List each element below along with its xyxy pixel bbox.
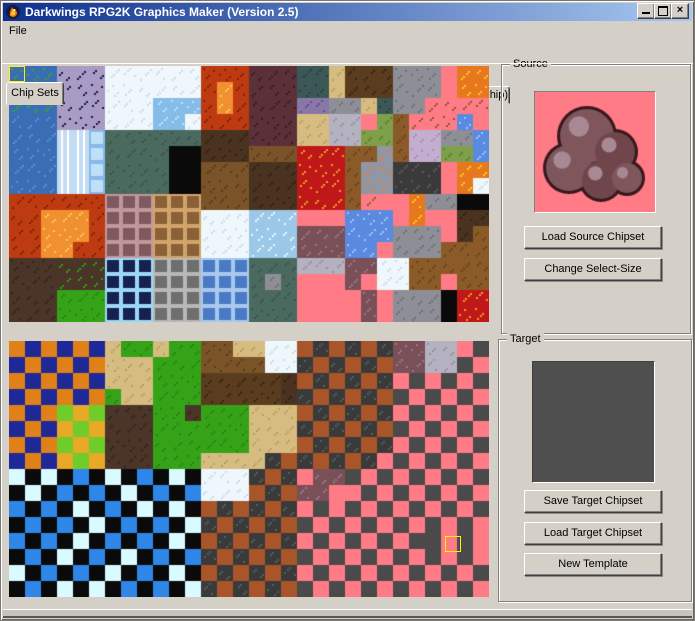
new-template-button[interactable]: New Template bbox=[524, 553, 662, 576]
tab-chip-sets[interactable]: Chip Sets bbox=[6, 82, 64, 105]
target-tile-preview bbox=[532, 361, 655, 483]
source-group-label: Source bbox=[510, 58, 551, 70]
load-target-chipset-button[interactable]: Load Target Chipset bbox=[524, 522, 662, 545]
close-button[interactable]: × bbox=[671, 3, 689, 19]
maximize-icon bbox=[658, 6, 668, 16]
darkwings-flame-icon bbox=[6, 5, 20, 19]
title-bar[interactable]: Darkwings RPG2K Graphics Maker (Version … bbox=[3, 3, 692, 21]
source-group: Source Load Source Chipset Change Select… bbox=[501, 64, 691, 334]
save-target-chipset-button[interactable]: Save Target Chipset bbox=[524, 490, 662, 513]
change-select-size-button[interactable]: Change Select-Size bbox=[524, 258, 662, 281]
tab-strip-underline bbox=[2, 63, 693, 64]
target-chipset-canvas[interactable] bbox=[9, 341, 489, 597]
menu-bar: File bbox=[3, 21, 692, 40]
minimize-button[interactable] bbox=[637, 3, 655, 19]
tab-bar: Chip SetsChar SetsFace SetsSystem SetsBa… bbox=[0, 41, 695, 64]
close-icon: × bbox=[677, 4, 683, 16]
maximize-button[interactable] bbox=[654, 3, 672, 19]
window-bottom-edge bbox=[3, 609, 692, 618]
target-group-label: Target bbox=[507, 333, 544, 345]
target-group: Target Save Target Chipset Load Target C… bbox=[498, 339, 692, 602]
minimize-icon bbox=[642, 12, 650, 14]
menu-item-file[interactable]: File bbox=[3, 22, 33, 37]
source-tile-preview bbox=[534, 91, 656, 213]
window-title: Darkwings RPG2K Graphics Maker (Version … bbox=[25, 5, 298, 19]
source-chipset-canvas[interactable] bbox=[9, 66, 489, 322]
load-source-chipset-button[interactable]: Load Source Chipset bbox=[524, 226, 662, 249]
